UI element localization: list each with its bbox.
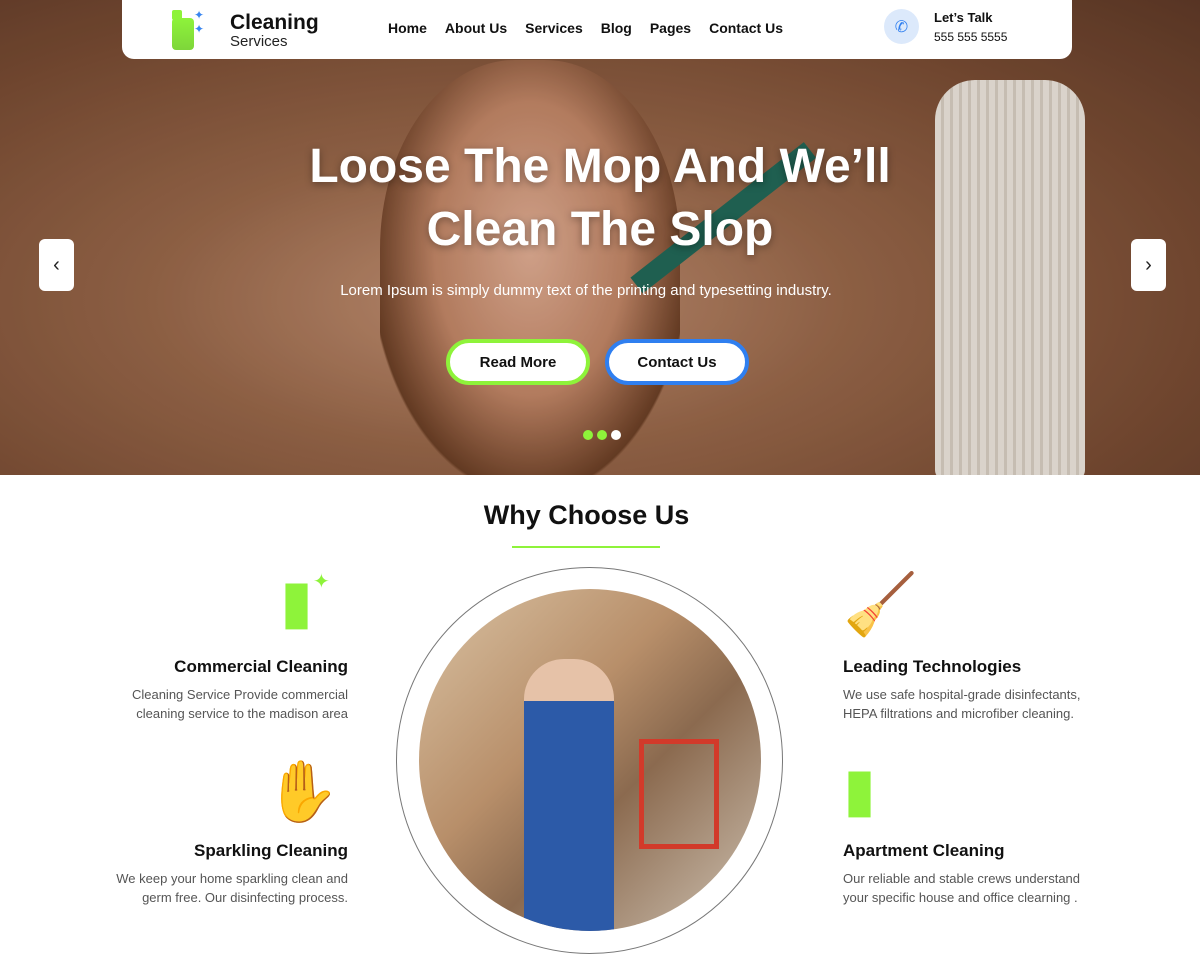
nav-about-us[interactable]: About Us <box>445 20 507 36</box>
phone-icon: ✆ <box>884 9 919 44</box>
feature-text: Cleaning Service Provide commercial clea… <box>131 687 348 721</box>
sparkling-hand-icon: ✋ <box>265 758 340 825</box>
section-title: Why Choose Us <box>483 500 690 530</box>
contact-label: Let’s Talk <box>934 9 993 25</box>
feature-sparkling-cleaning: Sparkling Cleaning We keep your home spar… <box>88 841 348 907</box>
hero-title-line1: Loose The Mop And We’ll <box>309 140 891 193</box>
brand-name: Cleaning <box>230 10 319 34</box>
spray-bottle-icon: ✦ ✦ <box>170 8 204 52</box>
broom-icon: 🧹 <box>843 571 918 638</box>
feature-title: Leading Technologies <box>843 657 1022 676</box>
next-slide-button[interactable]: › <box>1131 239 1166 291</box>
hero-title: Loose The Mop And We’ll Clean The Slop <box>200 135 1000 261</box>
feature-title: Commercial Cleaning <box>174 657 348 676</box>
worker-photo <box>419 589 761 931</box>
nav-services[interactable]: Services <box>525 20 583 36</box>
nav-blog[interactable]: Blog <box>601 20 632 36</box>
logo[interactable]: ✦ ✦ Cleaning Services <box>170 8 319 52</box>
contact-info[interactable]: ✆ Let’s Talk 555 555 5555 <box>884 9 1007 44</box>
section-divider <box>512 546 660 548</box>
hero-slider: Loose The Mop And We’ll Clean The Slop Lo… <box>0 0 1200 475</box>
read-more-button[interactable]: Read More <box>446 339 590 385</box>
feature-leading-technologies: Leading Technologies We use safe hospital… <box>843 657 1103 723</box>
prev-slide-button[interactable]: ‹ <box>39 239 74 291</box>
slider-dots <box>583 430 621 440</box>
contact-us-button[interactable]: Contact Us <box>605 339 749 385</box>
feature-title: Sparkling Cleaning <box>194 841 348 860</box>
nav-home[interactable]: Home <box>388 20 427 36</box>
brand-sub: Services <box>230 32 288 50</box>
slider-dot[interactable] <box>583 430 593 440</box>
soap-dispenser-icon: ▮ <box>843 756 877 823</box>
main-menu: Home About Us Services Blog Pages Contac… <box>388 20 783 36</box>
nav-contact-us[interactable]: Contact Us <box>709 20 783 36</box>
slider-dot-active[interactable] <box>611 430 621 440</box>
spray-bottle-icon: ▮✦ <box>280 568 330 635</box>
feature-text: We keep your home sparkling clean and ge… <box>116 871 348 905</box>
chevron-right-icon: › <box>1145 253 1152 276</box>
hero-title-line2: Clean The Slop <box>426 203 774 256</box>
nav-pages[interactable]: Pages <box>650 20 691 36</box>
header-nav: ✦ ✦ Cleaning Services Home About Us Servic… <box>122 0 1072 59</box>
feature-text: Our reliable and stable crews understand… <box>843 871 1081 905</box>
contact-phone: 555 555 5555 <box>934 29 1008 44</box>
feature-title: Apartment Cleaning <box>843 841 1005 860</box>
slider-dot[interactable] <box>597 430 607 440</box>
chevron-left-icon: ‹ <box>53 253 60 276</box>
hero-subtitle: Lorem Ipsum is simply dummy text of the … <box>340 282 832 299</box>
feature-text: We use safe hospital-grade disinfectants… <box>843 687 1081 721</box>
feature-commercial-cleaning: Commercial Cleaning Cleaning Service Prov… <box>88 657 348 723</box>
feature-apartment-cleaning: Apartment Cleaning Our reliable and stabl… <box>843 841 1103 907</box>
